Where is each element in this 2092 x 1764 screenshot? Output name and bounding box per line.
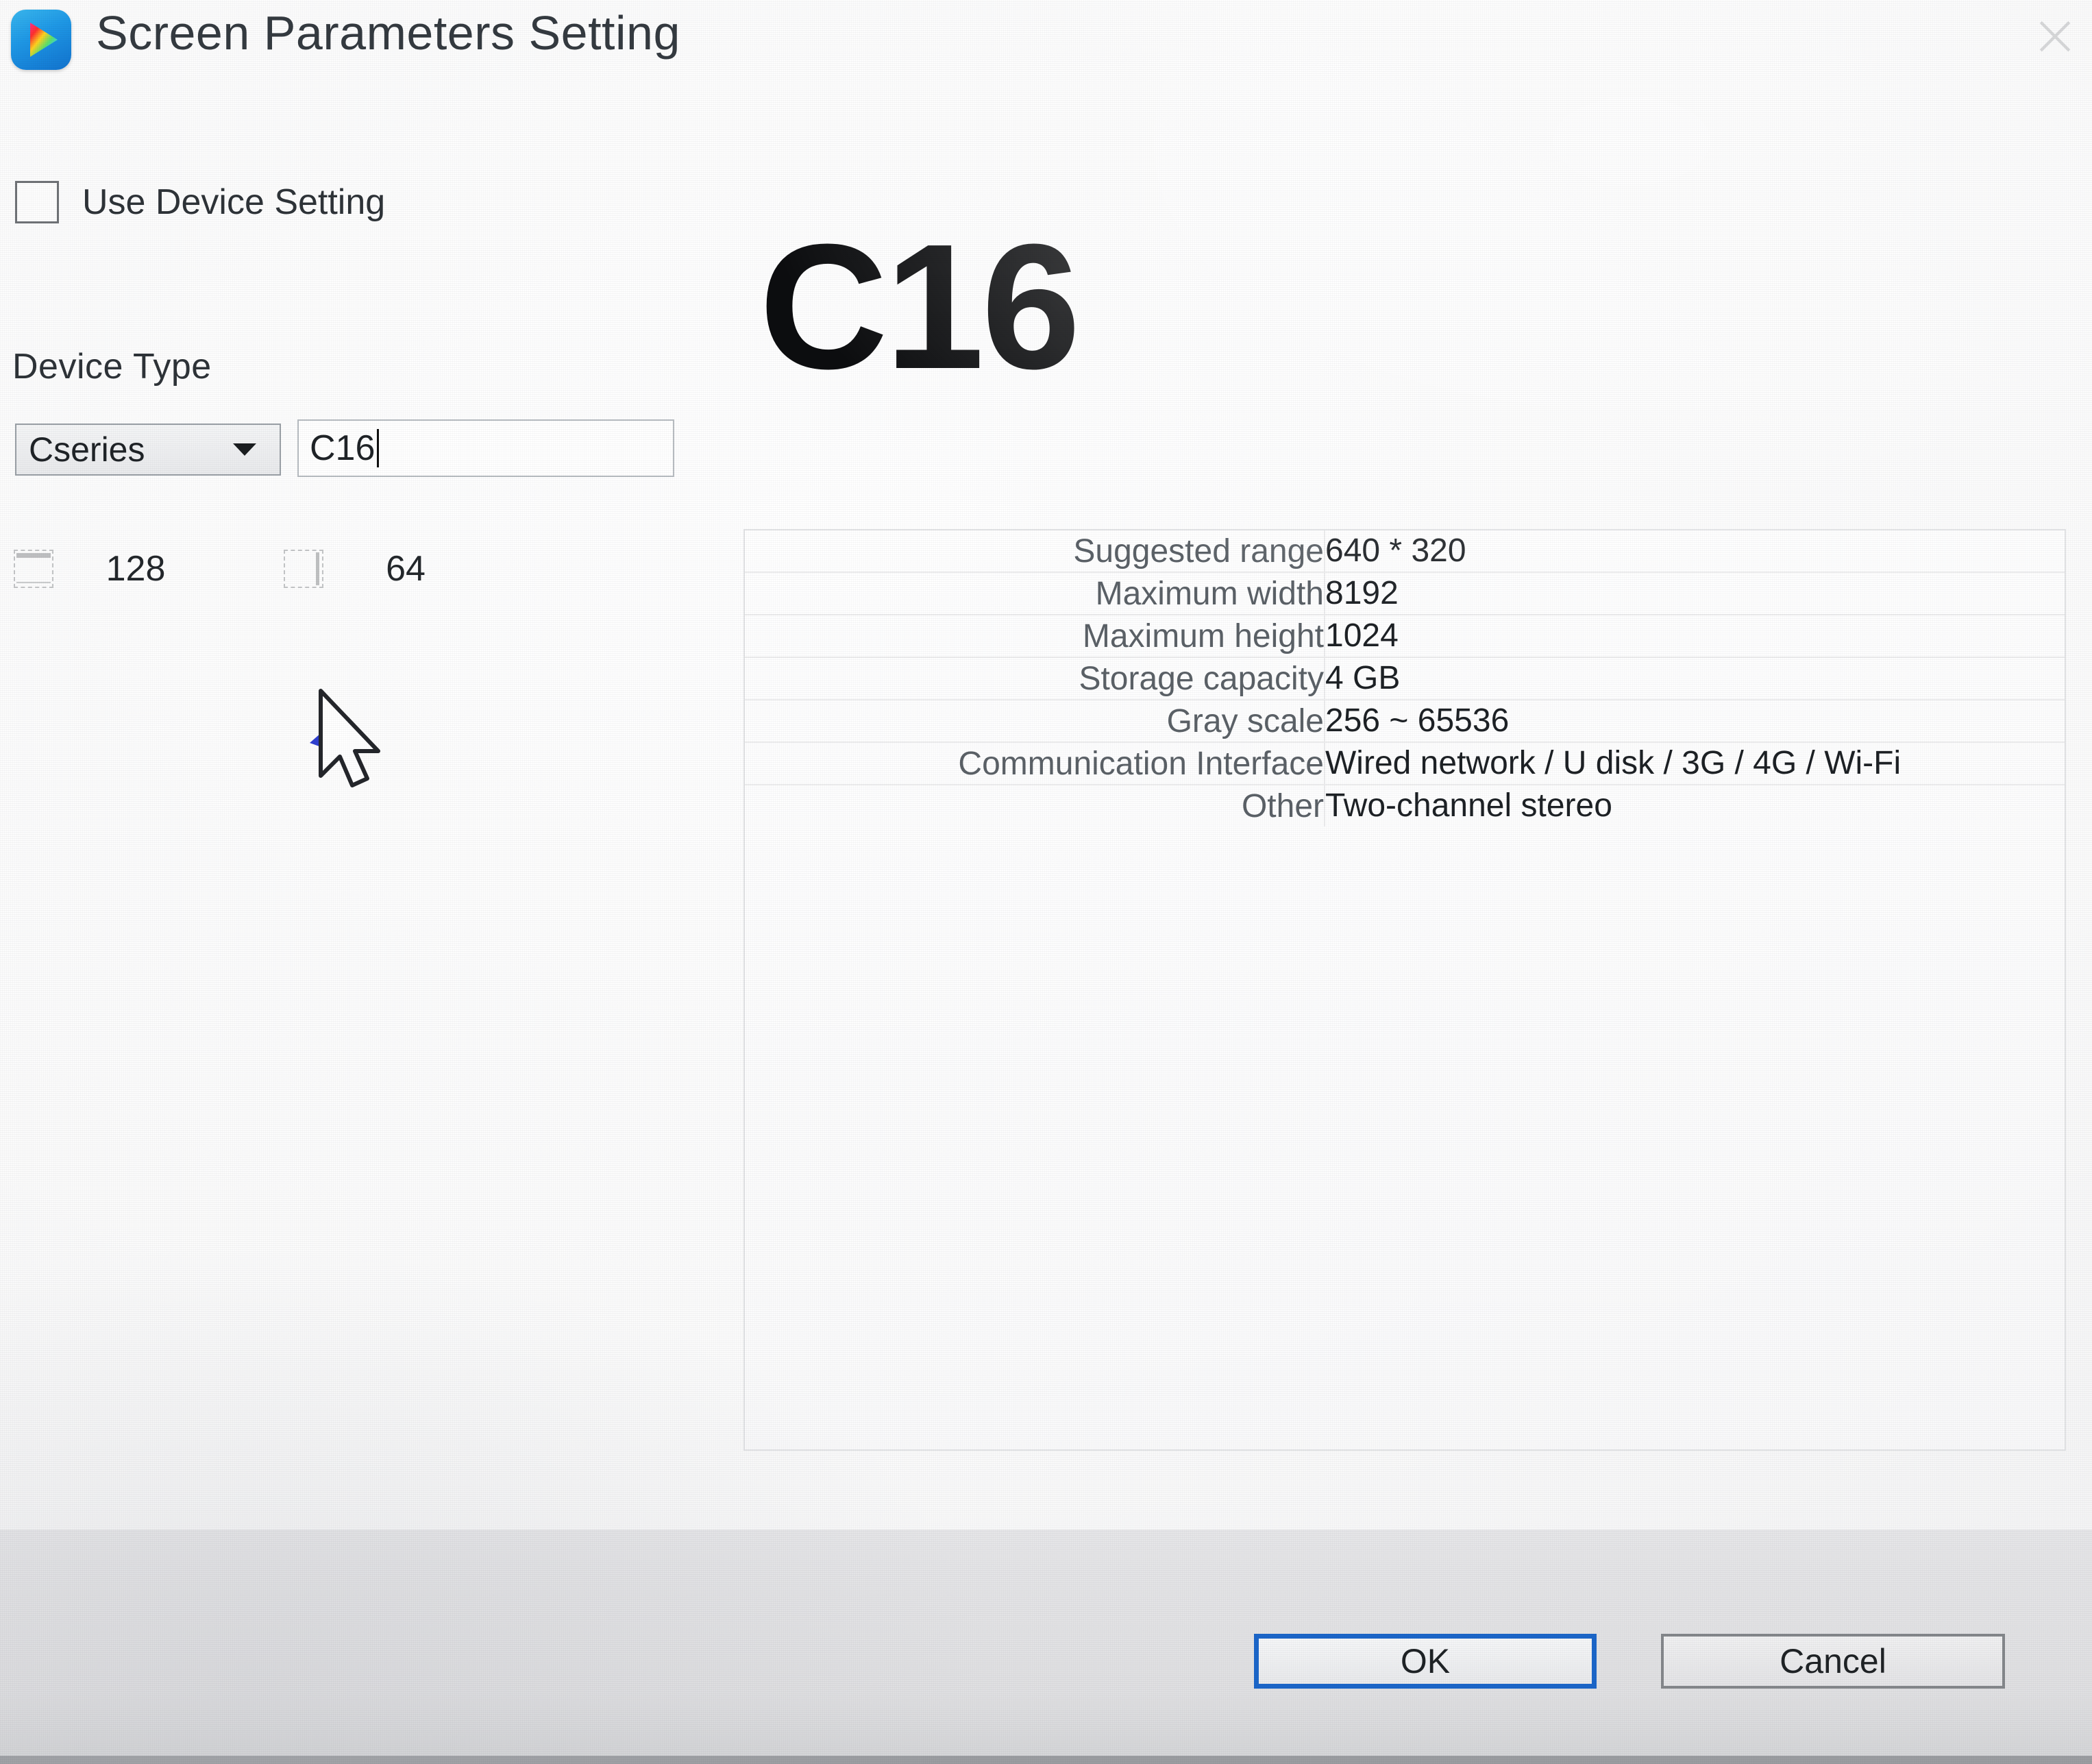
use-device-setting-checkbox[interactable] [15, 181, 59, 223]
table-row: Storage capacity 4 GB [745, 657, 2065, 700]
table-row: Maximum height 1024 [745, 614, 2065, 657]
spec-label: Other [745, 784, 1325, 826]
spec-label: Communication Interface [745, 742, 1325, 785]
spec-value: 4 GB [1325, 657, 2065, 700]
cancel-button[interactable]: Cancel [1661, 1634, 2005, 1689]
spec-value: 640 * 320 [1325, 532, 1466, 569]
mouse-cursor [304, 683, 393, 796]
spec-value: 8192 [1325, 572, 2065, 615]
table-row: Other Two-channel stereo [745, 784, 2065, 826]
spec-value: Two-channel stereo [1325, 784, 2065, 826]
model-banner: C16 [759, 208, 1081, 406]
use-device-setting-row[interactable]: Use Device Setting [15, 181, 385, 223]
dialog-titlebar: Screen Parameters Setting × [0, 0, 2092, 121]
device-spec-table: Suggested range 640 * 320 Maximum width … [745, 530, 2065, 826]
screen-width-icon [14, 550, 53, 588]
spec-value: 256 ~ 65536 [1325, 699, 2065, 742]
device-type-label: Device Type [12, 347, 212, 387]
device-type-selected-value: Cseries [29, 430, 145, 469]
close-icon[interactable]: × [2014, 4, 2092, 66]
text-cursor [377, 429, 380, 467]
device-spec-panel: Suggested range 640 * 320 Maximum width … [743, 529, 2066, 1451]
spec-label: Maximum width [745, 572, 1325, 615]
dialog-footer: OK Cancel [0, 1530, 2092, 1764]
screen-size-row: 128 64 [14, 548, 488, 589]
device-type-dropdown[interactable]: Cseries [15, 424, 281, 476]
app-logo-icon [11, 10, 71, 70]
screen-height-value[interactable]: 64 [323, 548, 488, 589]
device-name-value: C16 [310, 428, 376, 468]
table-row: Suggested range 640 * 320 [745, 530, 2065, 572]
spec-label: Storage capacity [745, 657, 1325, 700]
use-device-setting-label: Use Device Setting [82, 182, 386, 222]
chevron-down-icon [233, 443, 256, 456]
spec-label: Suggested range [745, 530, 1325, 572]
spec-label: Maximum height [745, 614, 1325, 657]
spec-label: Gray scale [745, 699, 1325, 742]
ok-button[interactable]: OK [1254, 1634, 1597, 1689]
table-row: Maximum width 8192 [745, 572, 2065, 615]
screen-width-value[interactable]: 128 [53, 548, 218, 589]
table-row: Gray scale 256 ~ 65536 [745, 699, 2065, 742]
page-title: Screen Parameters Setting [96, 6, 680, 60]
table-row: Communication Interface Wired network / … [745, 742, 2065, 785]
spec-value: Wired network / U disk / 3G / 4G / Wi-Fi [1325, 742, 2065, 785]
spec-value: 1024 [1325, 614, 2065, 657]
screen-parameters-dialog: Screen Parameters Setting × Use Device S… [0, 0, 2092, 1764]
screen-height-icon [284, 550, 323, 588]
device-name-input[interactable]: C16 [297, 419, 674, 477]
